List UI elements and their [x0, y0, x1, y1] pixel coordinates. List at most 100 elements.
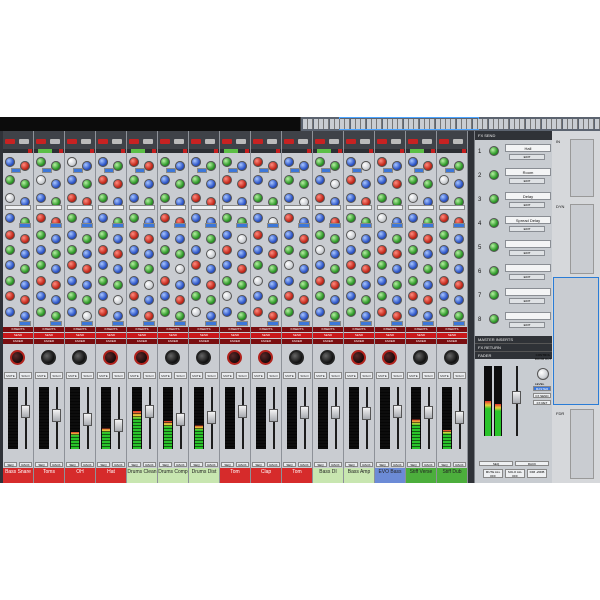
eq-knob[interactable] — [129, 213, 139, 223]
eq-knob[interactable] — [315, 276, 325, 286]
channel-name[interactable]: Bass DI — [313, 468, 343, 483]
input-button[interactable] — [284, 139, 294, 144]
mute-button[interactable]: MUTE — [283, 372, 296, 379]
eq-knob[interactable] — [330, 179, 340, 189]
eq-knob[interactable] — [315, 307, 325, 317]
eq-knob[interactable] — [36, 276, 46, 286]
bell-button[interactable] — [267, 223, 279, 228]
fader-label[interactable]: FADER — [96, 339, 126, 344]
eq-knob[interactable] — [160, 157, 170, 167]
fx-send-knob[interactable] — [489, 218, 499, 228]
filter-button[interactable] — [408, 205, 434, 210]
bell-button[interactable] — [267, 321, 279, 326]
eq-knob[interactable] — [82, 161, 92, 171]
bell-button[interactable] — [112, 321, 124, 326]
seq-button[interactable]: SEQ — [35, 462, 48, 467]
eq-knob[interactable] — [253, 157, 263, 167]
fx-name[interactable]: Room — [505, 168, 551, 176]
eq-knob[interactable] — [67, 291, 77, 301]
eq-knob[interactable] — [315, 291, 325, 301]
eq-knob[interactable] — [284, 175, 294, 185]
eq-knob[interactable] — [237, 264, 247, 274]
solo-button[interactable]: SOLO — [236, 372, 249, 379]
eq-knob[interactable] — [5, 245, 15, 255]
send-label[interactable]: SEND — [65, 333, 95, 338]
pan-knob[interactable] — [413, 350, 428, 365]
eq-knob[interactable] — [439, 213, 449, 223]
inserts-label[interactable]: INSERTS — [189, 327, 219, 332]
filter-button[interactable] — [222, 205, 248, 210]
eq-knob[interactable] — [98, 193, 108, 203]
eq-knob[interactable] — [439, 193, 449, 203]
eq-knob[interactable] — [222, 245, 232, 255]
channel-name[interactable]: Drums Dist — [189, 468, 219, 483]
eq-knob[interactable] — [36, 175, 46, 185]
eq-knob[interactable] — [268, 249, 278, 259]
bell-button[interactable] — [205, 223, 217, 228]
rack-button[interactable]: RACK — [205, 462, 218, 467]
send-label[interactable]: SEND — [437, 333, 467, 338]
eq-knob[interactable] — [191, 230, 201, 240]
fader-label[interactable]: FADER — [34, 339, 64, 344]
eq-knob[interactable] — [423, 311, 433, 321]
eq-knob[interactable] — [160, 245, 170, 255]
bell-button[interactable] — [360, 223, 372, 228]
solo-button[interactable]: SOLO — [50, 372, 63, 379]
eq-knob[interactable] — [222, 193, 232, 203]
eq-knob[interactable] — [423, 280, 433, 290]
eq-knob[interactable] — [20, 161, 30, 171]
fast-button[interactable] — [205, 139, 215, 144]
eq-knob[interactable] — [36, 213, 46, 223]
eq-knob[interactable] — [237, 179, 247, 189]
eq-knob[interactable] — [20, 179, 30, 189]
eq-knob[interactable] — [144, 311, 154, 321]
eq-knob[interactable] — [129, 291, 139, 301]
seq-button[interactable]: SEQ — [376, 462, 389, 467]
solo-button[interactable]: SOLO — [298, 372, 311, 379]
eq-knob[interactable] — [361, 249, 371, 259]
solo-button[interactable]: SOLO — [19, 372, 32, 379]
eq-knob[interactable] — [268, 179, 278, 189]
eq-knob[interactable] — [392, 295, 402, 305]
eq-knob[interactable] — [268, 295, 278, 305]
send-label[interactable]: SEND — [96, 333, 126, 338]
filter-button[interactable] — [98, 205, 124, 210]
fast-button[interactable] — [143, 139, 153, 144]
eq-knob[interactable] — [191, 213, 201, 223]
eq-knob[interactable] — [82, 295, 92, 305]
eq-knob[interactable] — [20, 280, 30, 290]
eq-knob[interactable] — [51, 179, 61, 189]
on-button[interactable] — [383, 168, 393, 173]
eq-knob[interactable] — [5, 230, 15, 240]
eq-knob[interactable] — [36, 291, 46, 301]
inserts-label[interactable]: INSERTS — [251, 327, 281, 332]
fx-send-knob[interactable] — [489, 194, 499, 204]
rack-button[interactable]: RACK — [267, 462, 280, 467]
eq-knob[interactable] — [144, 280, 154, 290]
eq-knob[interactable] — [439, 276, 449, 286]
solo-button[interactable]: SOLO — [360, 372, 373, 379]
eq-knob[interactable] — [222, 291, 232, 301]
input-button[interactable] — [377, 139, 387, 144]
eq-knob[interactable] — [51, 161, 61, 171]
eq-knob[interactable] — [392, 264, 402, 274]
eq-knob[interactable] — [36, 157, 46, 167]
fast-button[interactable] — [391, 139, 401, 144]
rack-button[interactable]: RACK — [19, 462, 32, 467]
eq-knob[interactable] — [284, 291, 294, 301]
eq-knob[interactable] — [377, 307, 387, 317]
channel-name[interactable]: OH — [65, 468, 95, 483]
mute-button[interactable]: MUTE — [97, 372, 110, 379]
eq-knob[interactable] — [175, 295, 185, 305]
bell-button[interactable] — [19, 321, 31, 326]
bell-button[interactable] — [143, 321, 155, 326]
pan-knob[interactable] — [258, 350, 273, 365]
inserts-label[interactable]: INSERTS — [437, 327, 467, 332]
on-button[interactable] — [73, 168, 83, 173]
solo-button[interactable]: SOLO — [422, 372, 435, 379]
eq-knob[interactable] — [346, 245, 356, 255]
filter-button[interactable] — [191, 205, 217, 210]
eq-knob[interactable] — [392, 179, 402, 189]
eq-knob[interactable] — [20, 311, 30, 321]
eq-knob[interactable] — [113, 295, 123, 305]
